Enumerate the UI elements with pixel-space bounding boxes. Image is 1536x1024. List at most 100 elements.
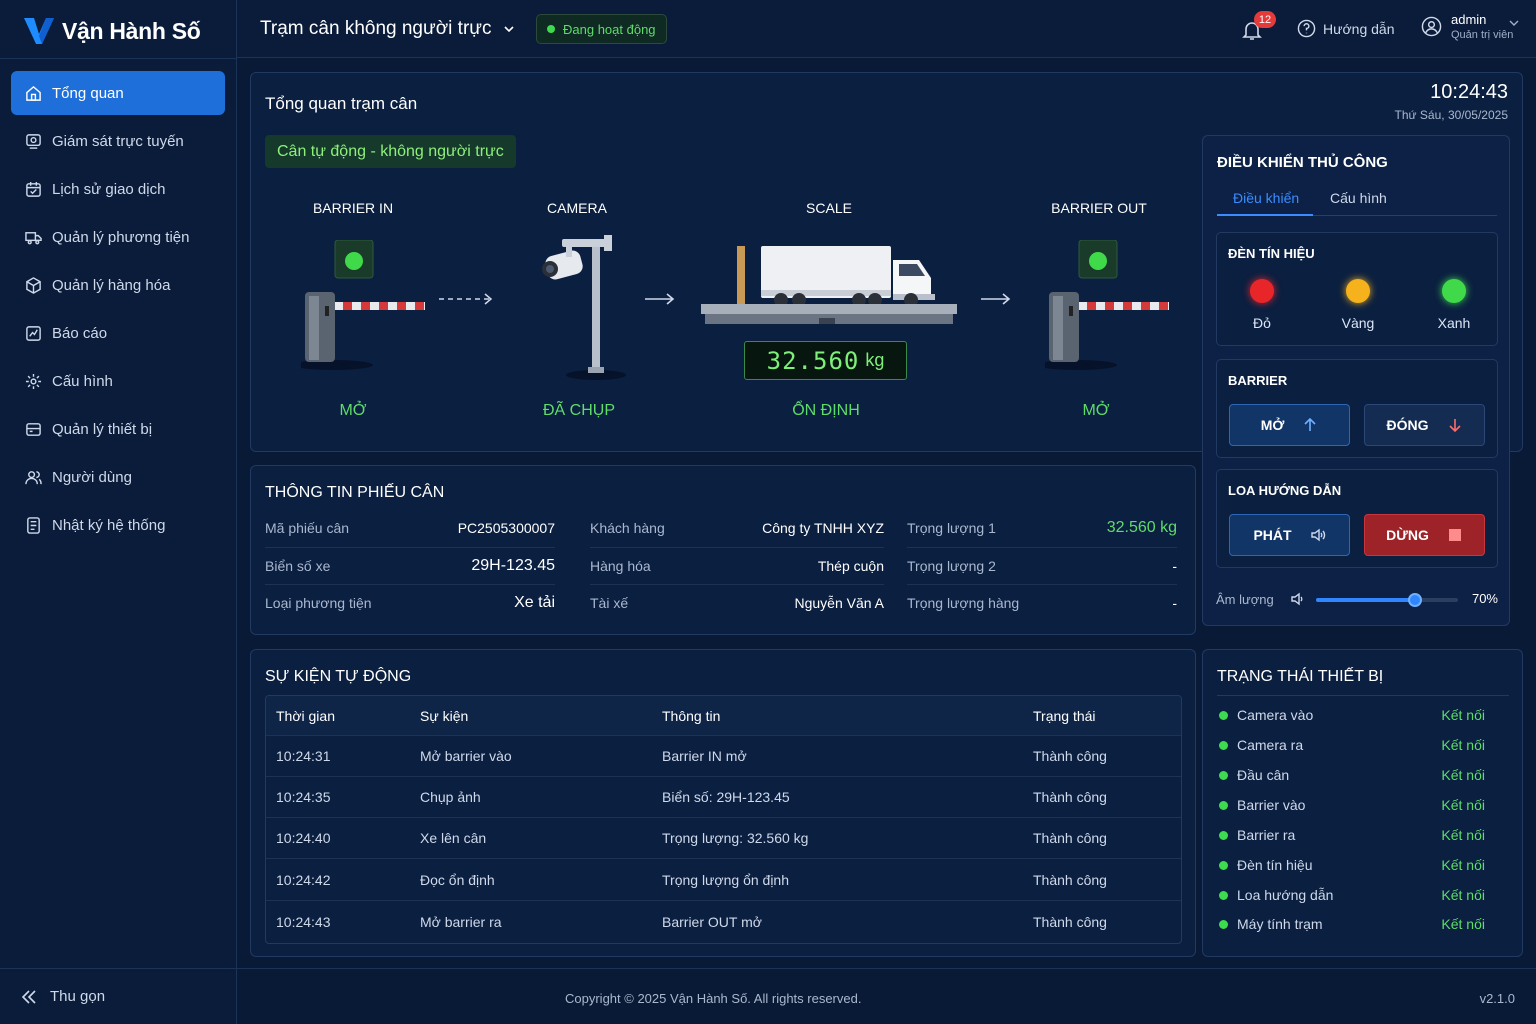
sidebar-item-users[interactable]: Người dùng xyxy=(11,455,225,499)
speaker-icon xyxy=(1310,528,1325,542)
help-link[interactable]: Hướng dẫn xyxy=(1297,19,1394,38)
tab-config[interactable]: Cấu hình xyxy=(1330,190,1387,206)
speaker-play-button[interactable]: PHÁT xyxy=(1229,514,1350,556)
status-dot-icon xyxy=(1219,860,1228,870)
weight-unit: kg xyxy=(865,350,885,370)
ticket-row: Trọng lượng 2 - xyxy=(907,547,1177,583)
device-status: Kết nối xyxy=(1441,797,1485,813)
device-name: Camera vào xyxy=(1237,707,1314,723)
sidebar-item-label: Quản lý phương tiện xyxy=(52,228,190,246)
calendar-icon xyxy=(26,181,41,197)
device-row: Barrier ra Kết nối xyxy=(1219,825,1485,845)
table-row[interactable]: 10:24:35 Chụp ảnh Biển số: 29H-123.45 Th… xyxy=(266,777,1181,818)
volume-icon xyxy=(1291,592,1303,606)
status-dot-icon xyxy=(1219,710,1228,720)
manual-tabs: Điều khiển Cấu hình xyxy=(1217,186,1497,216)
station-selector[interactable]: Trạm cân không người trực xyxy=(260,18,516,40)
volume-knob[interactable] xyxy=(1408,593,1423,607)
help-label: Hướng dẫn xyxy=(1323,20,1395,37)
events-table: Thời gian Sự kiện Thông tin Trạng thái 1… xyxy=(265,695,1182,944)
signal-title: ĐÈN TÍN HIỆU xyxy=(1228,246,1315,261)
sidebar-item-devices[interactable]: Quản lý thiết bị xyxy=(11,407,225,451)
sidebar-item-history[interactable]: Lịch sử giao dịch xyxy=(11,167,225,211)
station-name: Trạm cân không người trực xyxy=(260,18,492,39)
device-status: Kết nối xyxy=(1441,827,1485,843)
mode-badge: Cân tự động - không người trực xyxy=(265,135,516,168)
cell-info: Trọng lượng ổn định xyxy=(662,872,789,888)
volume-slider[interactable] xyxy=(1316,593,1458,607)
events-panel: SỰ KIỆN TỰ ĐỘNG Thời gian Sự kiện Thông … xyxy=(250,649,1196,957)
collapse-button[interactable]: Thu gọn xyxy=(0,968,237,1024)
volume-fill xyxy=(1316,598,1416,602)
scale-truck-illustration xyxy=(701,246,957,324)
divider xyxy=(1217,695,1509,696)
monitor-icon xyxy=(26,133,41,149)
device-status-panel: TRẠNG THÁI THIẾT BỊ Camera vào Kết nối Ca… xyxy=(1202,649,1523,957)
table-row[interactable]: 10:24:42 Đọc ổn định Trọng lượng ổn định… xyxy=(266,860,1181,901)
avatar-icon xyxy=(1421,16,1442,37)
ticket-row: Biển số xe 29H-123.45 xyxy=(265,547,555,583)
cell-status: Thành công xyxy=(1033,789,1107,805)
stage-state-scale: ỔN ĐỊNH xyxy=(792,402,860,419)
device-row: Đầu cân Kết nối xyxy=(1219,765,1485,785)
users-icon xyxy=(25,470,42,484)
status-dot-icon xyxy=(547,25,555,33)
cell-time: 10:24:35 xyxy=(276,789,331,805)
sidebar-item-reports[interactable]: Báo cáo xyxy=(11,311,225,355)
stage-label-barrier-in: BARRIER IN xyxy=(312,200,394,216)
light-label: Xanh xyxy=(1437,315,1471,331)
field-value: Nguyễn Văn A xyxy=(794,594,884,611)
sidebar-item-logs[interactable]: Nhật ký hệ thống xyxy=(11,503,225,547)
barrier-section: BARRIER MỞ ĐÓNG xyxy=(1216,359,1498,458)
light-green[interactable]: Xanh xyxy=(1424,279,1484,331)
cell-info: Biển số: 29H-123.45 xyxy=(662,789,790,805)
close-label: ĐÓNG xyxy=(1386,417,1429,433)
field-value: Thép cuộn xyxy=(817,557,884,574)
light-yellow[interactable]: Vàng xyxy=(1328,279,1388,331)
device-name: Đầu cân xyxy=(1237,767,1290,783)
column-header: Sự kiện xyxy=(420,708,469,724)
sidebar-item-label: Tổng quan xyxy=(52,84,124,102)
sidebar-item-settings[interactable]: Cấu hình xyxy=(11,359,225,403)
sidebar-item-goods[interactable]: Quản lý hàng hóa xyxy=(11,263,225,307)
field-label: Trọng lượng 2 xyxy=(907,557,996,574)
sidebar-item-label: Quản lý thiết bị xyxy=(52,420,153,438)
table-row[interactable]: 10:24:40 Xe lên cân Trọng lượng: 32.560 … xyxy=(266,818,1181,859)
speaker-stop-button[interactable]: DỪNG xyxy=(1364,514,1485,556)
double-chevron-left-icon xyxy=(21,989,36,1004)
sidebar-item-overview[interactable]: Tổng quan xyxy=(11,71,225,115)
clock: 10:24:43 Thứ Sáu, 30/05/2025 xyxy=(1395,81,1508,122)
sidebar-item-vehicles[interactable]: Quản lý phương tiện xyxy=(11,215,225,259)
barrier-close-button[interactable]: ĐÓNG xyxy=(1364,404,1485,446)
device-status: Kết nối xyxy=(1441,916,1485,932)
tab-control[interactable]: Điều khiển xyxy=(1233,190,1299,206)
field-label: Loại phương tiện xyxy=(265,594,372,611)
status-text: Đang hoạt động xyxy=(563,21,656,37)
volume-label: Âm lượng xyxy=(1216,591,1274,607)
truck-icon xyxy=(25,231,42,244)
light-red[interactable]: Đỏ xyxy=(1232,279,1292,331)
device-row: Đèn tín hiệu Kết nối xyxy=(1219,855,1485,875)
stage-label-scale: SCALE xyxy=(806,200,852,216)
table-row[interactable]: 10:24:43 Mở barrier ra Barrier OUT mở Th… xyxy=(266,902,1181,943)
barrier-open-button[interactable]: MỞ xyxy=(1229,404,1350,446)
table-row[interactable]: 10:24:31 Mở barrier vào Barrier IN mở Th… xyxy=(266,736,1181,777)
field-value: PC2505300007 xyxy=(457,520,555,536)
stage-state-camera: ĐÃ CHỤP xyxy=(542,402,615,419)
clock-time: 10:24:43 xyxy=(1430,81,1508,103)
field-label: Biển số xe xyxy=(265,557,331,574)
field-value: - xyxy=(1172,594,1177,611)
user-menu[interactable]: admin Quản trị viên xyxy=(1421,12,1519,41)
manual-control-panel: ĐIỀU KHIỂN THỦ CÔNG Điều khiển Cấu hình … xyxy=(1202,135,1510,626)
cell-info: Barrier IN mở xyxy=(662,748,747,764)
cell-event: Mở barrier vào xyxy=(420,748,512,764)
field-value: 32.560 kg xyxy=(1106,519,1177,536)
logo[interactable]: Vận Hành Số xyxy=(22,14,201,48)
device-name: Loa hướng dẫn xyxy=(1237,887,1334,903)
sidebar-item-monitor[interactable]: Giám sát trực tuyến xyxy=(11,119,225,163)
cell-info: Trọng lượng: 32.560 kg xyxy=(662,830,809,846)
home-icon xyxy=(26,85,41,101)
status-dot-icon xyxy=(1219,740,1228,750)
red-light-icon xyxy=(1250,279,1274,303)
divider xyxy=(0,58,237,59)
